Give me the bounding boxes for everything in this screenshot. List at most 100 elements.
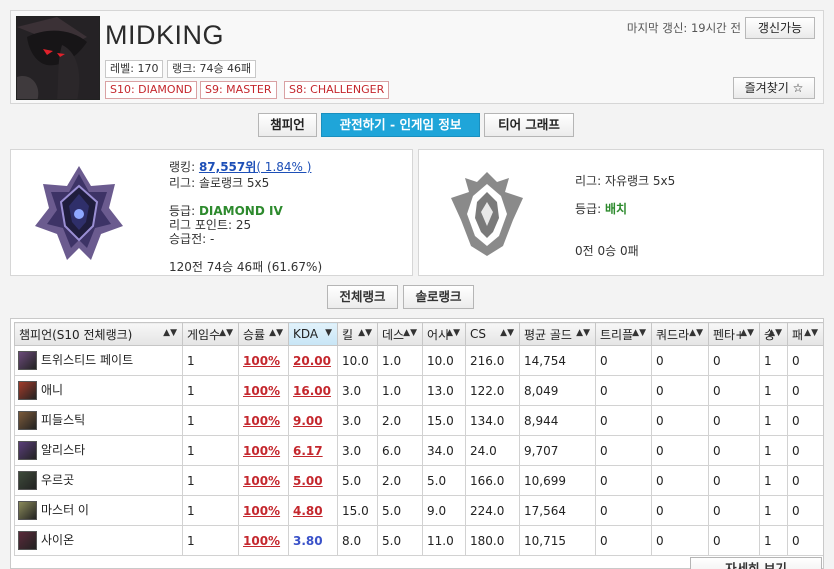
solo-rank-filter-button[interactable]: 솔로랭크 (403, 285, 474, 309)
games-cell-value: 1 (187, 413, 195, 428)
triple-cell: 0 (595, 465, 652, 496)
table-row: 알리스타 1 100% 6.17 3.0 6.0 34.0 24.0 9,707 0 0 0 1 0 (14, 435, 823, 466)
ranking-line: 랭킹: 87,557위( 1.84% ) (169, 158, 311, 175)
header-cs[interactable]: CS ▲▼ (465, 322, 520, 346)
sort-icon: ▲▼ (632, 328, 646, 338)
favorite-button[interactable]: 즐겨찾기 ☆ (733, 77, 815, 99)
gold-cell-value: 10,715 (524, 533, 566, 548)
kills-cell: 3.0 (337, 435, 378, 466)
header-deaths[interactable]: 데스 ▲▼ (377, 322, 423, 346)
header-kda[interactable]: KDA ▼ (288, 322, 338, 346)
header-triple[interactable]: 트리플 ▲▼ (595, 322, 652, 346)
games-cell: 1 (182, 345, 239, 376)
kda-cell: 4.80 (288, 495, 338, 526)
header-gold[interactable]: 평균 골드 ▲▼ (519, 322, 596, 346)
table-row: 마스터 이 1 100% 4.80 15.0 5.0 9.0 224.0 17,564 0 0 0 1 0 (14, 495, 823, 526)
kills-cell-value: 15.0 (342, 503, 369, 518)
losses-cell-value: 0 (792, 353, 800, 368)
header-champion-label: 챔피언(S10 전체랭크) (19, 327, 133, 342)
more-details-button[interactable]: 자세히 보기 (690, 557, 822, 569)
quadra-cell-value: 0 (656, 443, 664, 458)
all-rank-filter-button[interactable]: 전체랭크 (327, 285, 398, 309)
kda-cell-value: 6.17 (293, 443, 323, 458)
header-penta[interactable]: 펜타+ ▲▼ (708, 322, 760, 346)
assists-cell: 10.0 (422, 345, 466, 376)
champion-icon (18, 381, 37, 400)
assists-cell-value: 5.0 (427, 473, 447, 488)
champion-cell[interactable]: 사이온 (14, 525, 183, 556)
cs-cell-value: 224.0 (470, 503, 505, 518)
header-quadra-label: 쿼드라 (656, 327, 690, 342)
triple-cell: 0 (595, 405, 652, 436)
header-losses[interactable]: 패 ▲▼ (787, 322, 823, 346)
wins-cell-value: 1 (764, 533, 772, 548)
kda-cell: 9.00 (288, 405, 338, 436)
penta-cell: 0 (708, 525, 760, 556)
header-wins[interactable]: 승 ▲▼ (759, 322, 788, 346)
tab-tier-graph[interactable]: 티어 그래프 (484, 113, 574, 137)
champion-cell[interactable]: 우르곳 (14, 465, 183, 496)
champion-cell[interactable]: 애니 (14, 375, 183, 406)
wins-cell-value: 1 (764, 383, 772, 398)
gold-cell-value: 8,049 (524, 383, 559, 398)
refresh-button[interactable]: 갱신가능 (745, 17, 815, 39)
quadra-cell: 0 (651, 495, 709, 526)
penta-cell-value: 0 (713, 353, 721, 368)
champion-cell[interactable]: 피들스틱 (14, 405, 183, 436)
gold-cell-value: 10,699 (524, 473, 566, 488)
header-losses-label: 패 (792, 327, 804, 342)
kills-cell: 15.0 (337, 495, 378, 526)
champion-cell[interactable]: 마스터 이 (14, 495, 183, 526)
games-cell: 1 (182, 405, 239, 436)
gold-cell: 10,715 (519, 525, 596, 556)
losses-cell: 0 (787, 525, 823, 556)
games-cell-value: 1 (187, 443, 195, 458)
kills-cell-value: 3.0 (342, 383, 362, 398)
triple-cell: 0 (595, 345, 652, 376)
penta-cell-value: 0 (713, 413, 721, 428)
header-champion[interactable]: 챔피언(S10 전체랭크) ▲▼ (14, 322, 183, 346)
header-winrate-label: 승률 (243, 327, 266, 342)
wins-cell: 1 (759, 525, 788, 556)
winrate-cell: 100% (238, 465, 289, 496)
games-cell: 1 (182, 465, 239, 496)
header-kills[interactable]: 킬 ▲▼ (337, 322, 378, 346)
header-quadra[interactable]: 쿼드라 ▲▼ (651, 322, 709, 346)
sort-desc-icon: ▼ (325, 328, 332, 338)
winrate-cell: 100% (238, 495, 289, 526)
promotion-text: 승급전: - (169, 232, 215, 246)
triple-cell-value: 0 (600, 383, 608, 398)
champion-cell[interactable]: 알리스타 (14, 435, 183, 466)
cs-cell-value: 180.0 (470, 533, 505, 548)
quadra-cell-value: 0 (656, 473, 664, 488)
tab-champion[interactable]: 챔피언 (258, 113, 317, 137)
solo-league-text: 리그: 솔로랭크 5x5 (169, 176, 270, 190)
winrate-cell: 100% (238, 525, 289, 556)
champion-cell[interactable]: 트위스티드 페이트 (14, 345, 183, 376)
ranking-percent[interactable]: ( 1.84% ) (256, 160, 311, 174)
cs-cell: 166.0 (465, 465, 520, 496)
assists-cell: 5.0 (422, 465, 466, 496)
assists-cell-value: 13.0 (427, 383, 454, 398)
solo-rank-panel: 랭킹: 87,557위( 1.84% ) 리그: 솔로랭크 5x5 등급: DI… (10, 149, 413, 276)
header-assists[interactable]: 어시 ▲▼ (422, 322, 466, 346)
sort-icon: ▲▼ (446, 328, 460, 338)
kills-cell-value: 8.0 (342, 533, 362, 548)
ranking-link[interactable]: 87,557위 (199, 160, 256, 174)
games-cell-value: 1 (187, 473, 195, 488)
tab-spectate[interactable]: 관전하기 - 인게임 정보 (321, 113, 480, 137)
assists-cell-value: 34.0 (427, 443, 454, 458)
header-games-label: 게임수 (187, 327, 221, 342)
assists-cell-value: 9.0 (427, 503, 447, 518)
header-winrate[interactable]: 승률 ▲▼ (238, 322, 289, 346)
deaths-cell: 5.0 (377, 525, 423, 556)
champion-name: 피들스틱 (41, 413, 86, 427)
header-kills-label: 킬 (342, 327, 354, 342)
header-games[interactable]: 게임수 ▲▼ (182, 322, 239, 346)
games-cell: 1 (182, 495, 239, 526)
gold-cell: 8,944 (519, 405, 596, 436)
last-update-text: 마지막 갱신: 19시간 전 (626, 21, 741, 35)
sort-icon: ▲▼ (768, 328, 782, 338)
kills-cell-value: 3.0 (342, 413, 362, 428)
deaths-cell-value: 5.0 (382, 503, 402, 518)
